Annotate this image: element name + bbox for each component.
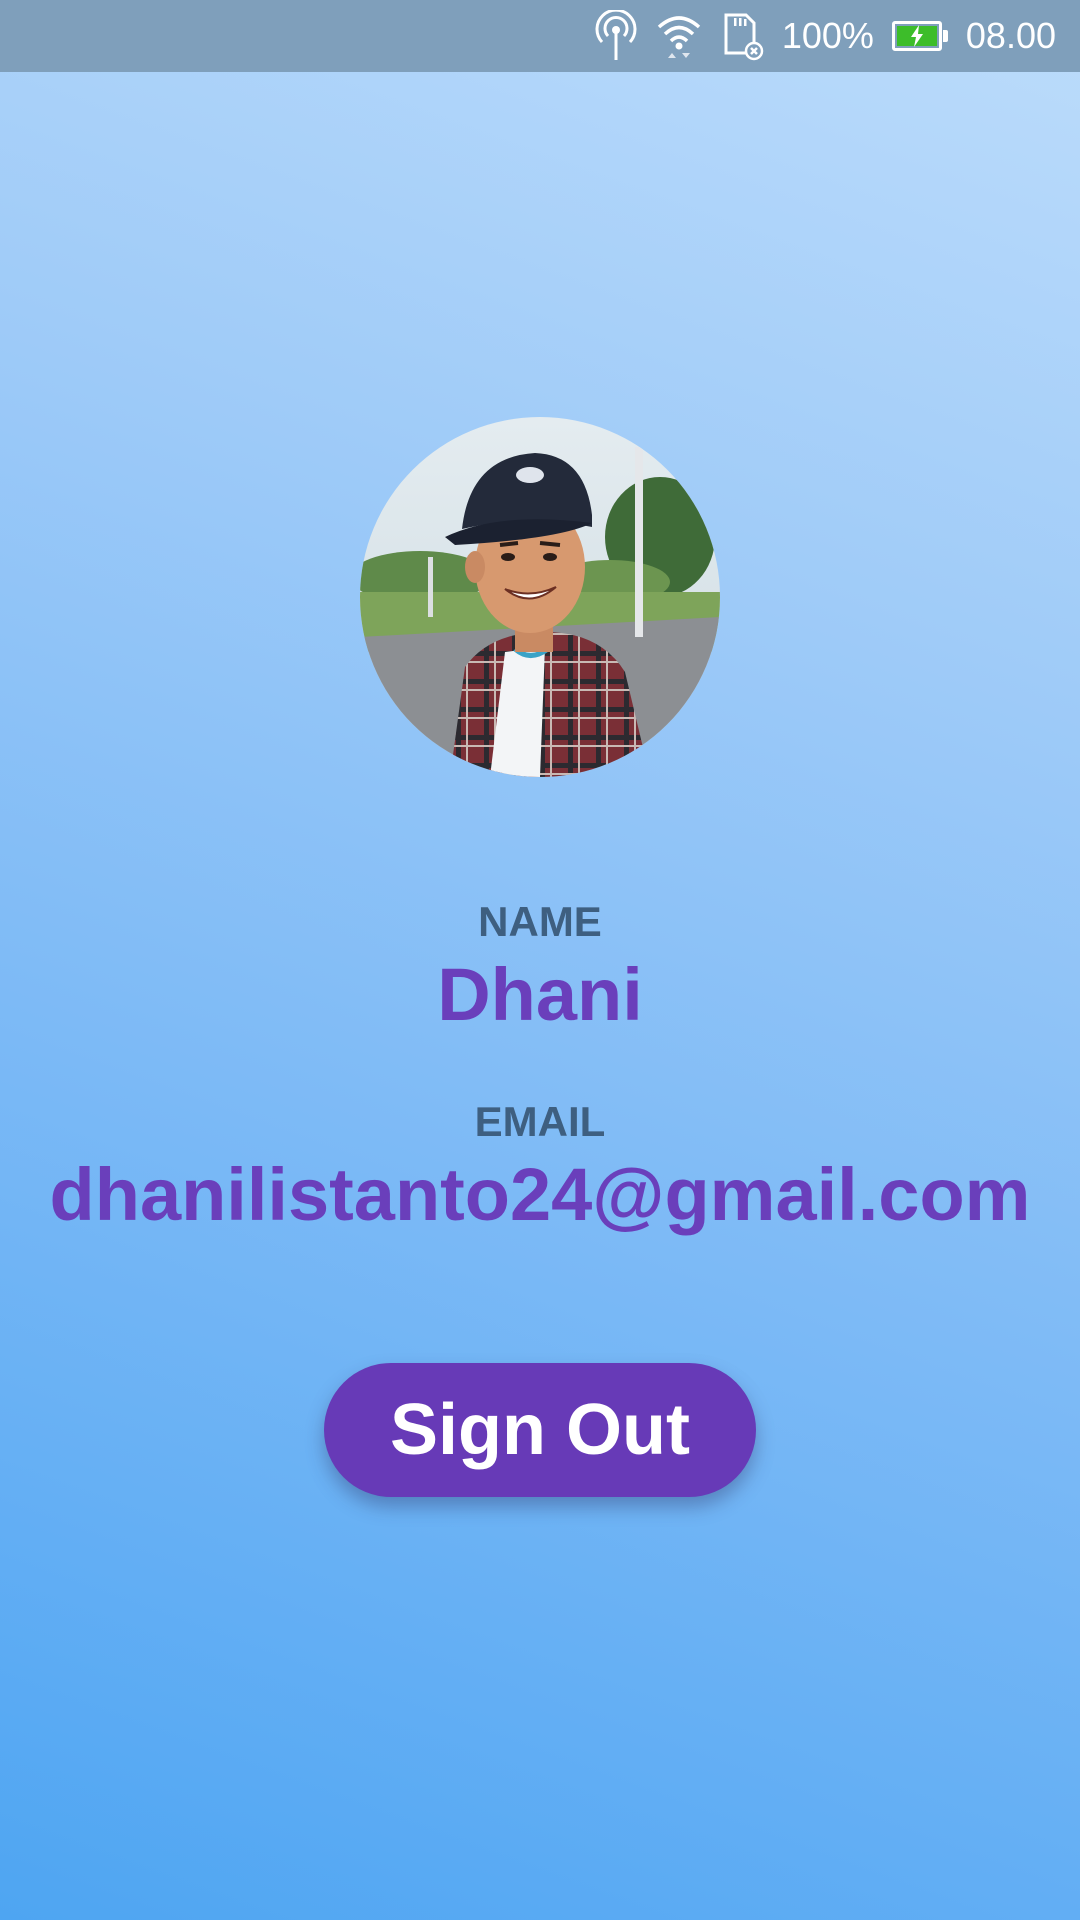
sd-card-icon [720,11,764,61]
clock: 08.00 [965,15,1056,56]
status-bar: 100% 08.00 [0,0,1080,72]
email-value: dhanilistanto24@gmail.com [49,1153,1031,1236]
email-label: EMAIL [474,1098,606,1145]
sign-out-button[interactable]: Sign Out [324,1363,756,1497]
avatar [360,417,720,777]
name-value: Dhani [437,953,643,1036]
profile-screen: 100% 08.00 NAME Dhani EMAIL dhanilistant… [0,0,1080,1920]
wifi-icon [656,13,702,59]
name-label: NAME [478,898,602,945]
hotspot-icon [594,10,638,62]
battery-percent: 100% [781,15,874,56]
battery-icon [891,21,948,51]
